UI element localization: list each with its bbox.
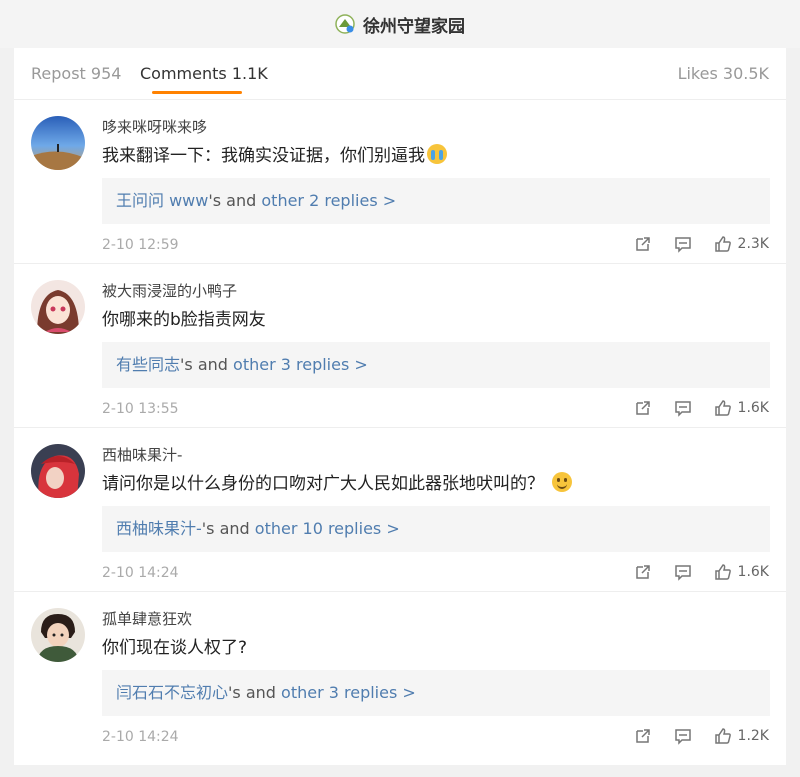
smiling-face-icon xyxy=(552,472,572,492)
like-icon[interactable] xyxy=(714,399,732,417)
share-icon[interactable] xyxy=(634,235,652,253)
more-replies-link[interactable]: other 3 replies > xyxy=(281,683,416,702)
like-icon[interactable] xyxy=(714,727,732,745)
likes-count: 1.2K xyxy=(737,728,769,744)
like-icon[interactable] xyxy=(714,235,732,253)
comments-card: Repost 954 Comments 1.1K Likes 30.5K 哆来咪… xyxy=(14,48,786,765)
username[interactable]: 被大雨浸湿的小鸭子 xyxy=(102,281,237,301)
avatar[interactable] xyxy=(31,116,85,170)
reply-suffix: 's and xyxy=(208,191,262,210)
comment-text-body: 我来翻译一下：我确实没证据，你们别逼我 xyxy=(102,146,425,166)
reply-suffix: 's and xyxy=(201,519,255,538)
reply-author[interactable]: 王问问 www xyxy=(116,191,208,210)
comment-text-body: 你们现在谈人权了? xyxy=(102,638,248,658)
comment-icon[interactable] xyxy=(674,399,692,417)
more-replies-link[interactable]: other 10 replies > xyxy=(255,519,400,538)
reply-author[interactable]: 有些同志 xyxy=(116,355,180,374)
reply-author[interactable]: 西柚味果汁- xyxy=(116,519,202,538)
comment-text: 你们现在谈人权了? xyxy=(102,636,247,660)
comment-text: 请问你是以什么身份的口吻对广大人民如此器张地吠叫的？ xyxy=(102,472,572,496)
avatar[interactable] xyxy=(31,280,85,334)
likes-count: 1.6K xyxy=(737,564,769,580)
comment-time: 2-10 14:24 xyxy=(102,565,179,581)
comment-time: 2-10 14:24 xyxy=(102,729,179,745)
comment-text: 你哪来的b脸指责网友 xyxy=(102,308,266,332)
likes-count: 1.6K xyxy=(737,400,769,416)
username[interactable]: 哆来咪呀咪来哆 xyxy=(102,117,207,137)
comment-item: 哆来咪呀咪来哆 我来翻译一下：我确实没证据，你们别逼我 王问问 www's an… xyxy=(14,100,786,264)
avatar[interactable] xyxy=(31,608,85,662)
comment-item: 被大雨浸湿的小鸭子 你哪来的b脸指责网友 有些同志's and other 3 … xyxy=(14,264,786,428)
comment-text-body: 你哪来的b脸指责网友 xyxy=(102,310,266,330)
username[interactable]: 孤单肆意狂欢 xyxy=(102,609,192,629)
tab-likes[interactable]: Likes 30.5K xyxy=(678,64,769,84)
avatar[interactable] xyxy=(31,444,85,498)
active-tab-indicator xyxy=(152,91,242,94)
account-title[interactable]: 徐州守望家园 xyxy=(363,12,465,37)
reply-preview[interactable]: 有些同志's and other 3 replies > xyxy=(102,342,770,388)
share-icon[interactable] xyxy=(634,563,652,581)
tab-repost[interactable]: Repost 954 xyxy=(31,64,121,84)
comment-icon[interactable] xyxy=(674,235,692,253)
reply-preview[interactable]: 西柚味果汁-'s and other 10 replies > xyxy=(102,506,770,552)
like-icon[interactable] xyxy=(714,563,732,581)
comment-icon[interactable] xyxy=(674,563,692,581)
comment-time: 2-10 13:55 xyxy=(102,401,179,417)
comment-text: 我来翻译一下：我确实没证据，你们别逼我 xyxy=(102,144,447,168)
more-replies-link[interactable]: other 2 replies > xyxy=(261,191,396,210)
comment-actions: 1.6K xyxy=(612,561,769,583)
likes-count: 2.3K xyxy=(737,236,769,252)
comment-actions: 1.6K xyxy=(612,397,769,419)
reply-suffix: 's and xyxy=(228,683,282,702)
comment-icon[interactable] xyxy=(674,727,692,745)
comment-item: 孤单肆意狂欢 你们现在谈人权了? 闫石石不忘初心's and other 3 r… xyxy=(14,592,786,756)
comment-actions: 1.2K xyxy=(612,725,769,747)
more-replies-link[interactable]: other 3 replies > xyxy=(233,355,368,374)
share-icon[interactable] xyxy=(634,399,652,417)
username[interactable]: 西柚味果汁- xyxy=(102,445,182,465)
tab-comments[interactable]: Comments 1.1K xyxy=(140,64,268,84)
comment-item: 西柚味果汁- 请问你是以什么身份的口吻对广大人民如此器张地吠叫的？ 西柚味果汁-… xyxy=(14,428,786,592)
reply-preview[interactable]: 闫石石不忘初心's and other 3 replies > xyxy=(102,670,770,716)
reply-author[interactable]: 闫石石不忘初心 xyxy=(116,683,228,702)
reply-preview[interactable]: 王问问 www's and other 2 replies > xyxy=(102,178,770,224)
comment-text-body: 请问你是以什么身份的口吻对广大人民如此器张地吠叫的？ xyxy=(102,474,544,494)
comment-time: 2-10 12:59 xyxy=(102,237,179,253)
top-bar: 徐州守望家园 xyxy=(0,0,800,48)
crying-face-icon xyxy=(427,144,447,164)
tab-bar: Repost 954 Comments 1.1K Likes 30.5K xyxy=(14,48,786,100)
account-logo-icon xyxy=(335,14,355,34)
share-icon[interactable] xyxy=(634,727,652,745)
reply-suffix: 's and xyxy=(180,355,234,374)
comment-actions: 2.3K xyxy=(612,233,769,255)
